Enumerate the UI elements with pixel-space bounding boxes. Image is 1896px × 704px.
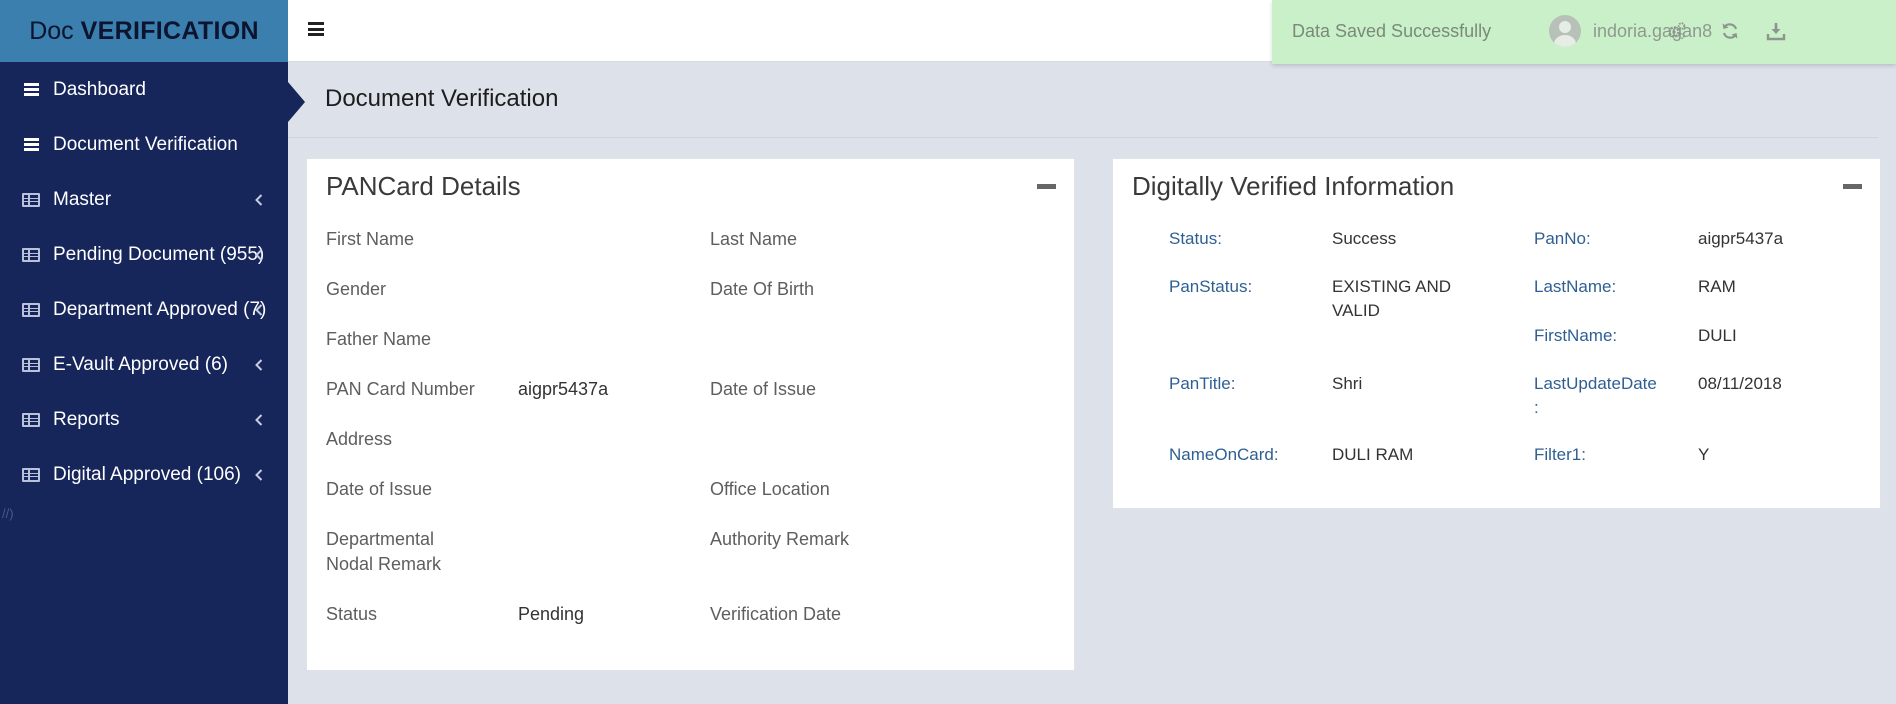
father-name-label: Father Name bbox=[326, 329, 432, 349]
last-name-label: Last Name bbox=[710, 229, 798, 249]
digitally-verified-panel: Digitally Verified Information Status: S… bbox=[1112, 158, 1881, 509]
refresh-icon[interactable] bbox=[1720, 21, 1740, 41]
sidebar-item-evault-approved[interactable]: E-Vault Approved (6) bbox=[0, 337, 288, 392]
dv-nameoncard-label: NameOnCard: bbox=[1169, 445, 1279, 464]
chevron-left-icon bbox=[255, 303, 263, 316]
brand-logo[interactable]: Doc VERIFICATION bbox=[0, 0, 288, 62]
dv-lastupdate-label-line1: LastUpdateDate bbox=[1534, 374, 1657, 393]
sidebar-item-label: E-Vault Approved (6) bbox=[53, 353, 228, 375]
chevron-left-icon bbox=[255, 193, 263, 206]
dv-pantitle-label: PanTitle: bbox=[1169, 374, 1236, 393]
first-name-label: First Name bbox=[326, 229, 415, 249]
date-of-issue-label: Date of Issue bbox=[326, 479, 433, 499]
verification-date-label: Verification Date bbox=[710, 604, 842, 624]
sidebar-item-dashboard[interactable]: Dashboard bbox=[0, 62, 288, 117]
header-arrow bbox=[288, 82, 305, 122]
page-header: Document Verification bbox=[288, 70, 1878, 138]
sidebar-item-label: Reports bbox=[53, 408, 120, 430]
status-label: Status bbox=[326, 604, 378, 624]
dob-label: Date Of Birth bbox=[710, 279, 815, 299]
departmental-remark-label-line2: Nodal Remark bbox=[326, 554, 442, 574]
menu-toggle-icon[interactable] bbox=[308, 22, 324, 36]
departmental-remark-label-line1: Departmental bbox=[326, 529, 435, 549]
table-icon bbox=[22, 302, 40, 317]
brand-part2: VERIFICATION bbox=[80, 16, 259, 45]
dv-status-label: Status: bbox=[1169, 229, 1222, 248]
table-icon bbox=[22, 357, 40, 372]
brand-part1: Doc bbox=[29, 16, 74, 45]
sidebar-item-department-approved[interactable]: Department Approved (7) bbox=[0, 282, 288, 337]
chevron-left-icon bbox=[255, 248, 263, 261]
office-location-label: Office Location bbox=[710, 479, 830, 499]
sidebar-item-digital-approved[interactable]: Digital Approved (106) bbox=[0, 447, 288, 502]
dv-lastname-value: RAM bbox=[1698, 277, 1736, 296]
list-icon bbox=[22, 138, 40, 151]
user-name: indoria.gagan8 bbox=[1593, 20, 1713, 41]
dv-pantitle-value: Shri bbox=[1332, 374, 1363, 393]
dv-filter1-value: Y bbox=[1698, 445, 1710, 464]
stray-text: //) bbox=[2, 506, 14, 521]
sidebar: Doc VERIFICATION Dashboard Document Veri… bbox=[0, 0, 288, 704]
table-icon bbox=[22, 467, 40, 482]
date-of-issue-label: Date of Issue bbox=[710, 379, 817, 399]
collapse-icon[interactable] bbox=[1037, 184, 1056, 189]
sidebar-nav: Dashboard Document Verification Master P… bbox=[0, 62, 288, 502]
page-title: Document Verification bbox=[325, 85, 559, 112]
dv-panstatus-value-line2: VALID bbox=[1332, 301, 1380, 320]
gears-icon[interactable] bbox=[1666, 21, 1686, 41]
avatar bbox=[1549, 15, 1581, 47]
sidebar-item-label: Pending Document (955) bbox=[53, 243, 265, 265]
dv-panno-value: aigpr5437a bbox=[1698, 229, 1784, 248]
top-header: Data Saved Successfully indoria.gagan8 bbox=[288, 0, 1896, 64]
dv-lastupdate-label-line2: : bbox=[1534, 398, 1539, 417]
panel-title: Digitally Verified Information bbox=[1132, 171, 1455, 201]
chevron-left-icon bbox=[255, 468, 263, 481]
dv-firstname-label: FirstName: bbox=[1534, 326, 1618, 345]
dv-panno-label: PanNo: bbox=[1534, 229, 1591, 248]
dv-status-value: Success bbox=[1332, 229, 1397, 248]
dv-nameoncard-value: DULI RAM bbox=[1332, 445, 1414, 464]
sidebar-item-label: Department Approved (7) bbox=[53, 298, 267, 320]
collapse-icon[interactable] bbox=[1843, 184, 1862, 189]
pan-number-value: aigpr5437a bbox=[518, 379, 609, 399]
table-icon bbox=[22, 412, 40, 427]
sidebar-item-label: Dashboard bbox=[53, 78, 146, 100]
address-label: Address bbox=[326, 429, 393, 449]
table-icon bbox=[22, 192, 40, 207]
status-value: Pending bbox=[518, 604, 585, 624]
sidebar-item-label: Digital Approved (106) bbox=[53, 463, 241, 485]
gender-label: Gender bbox=[326, 279, 387, 299]
toast-message: Data Saved Successfully bbox=[1292, 21, 1492, 41]
list-icon bbox=[22, 83, 40, 96]
dv-filter1-label: Filter1: bbox=[1534, 445, 1586, 464]
user-menu[interactable]: indoria.gagan8 bbox=[1549, 15, 1712, 47]
table-icon bbox=[22, 247, 40, 262]
chevron-left-icon bbox=[255, 358, 263, 371]
pan-number-label: PAN Card Number bbox=[326, 379, 475, 399]
dv-firstname-value: DULI bbox=[1698, 326, 1737, 345]
authority-remark-label: Authority Remark bbox=[710, 529, 850, 549]
chevron-left-icon bbox=[255, 413, 263, 426]
sidebar-item-reports[interactable]: Reports bbox=[0, 392, 288, 447]
dv-panstatus-label: PanStatus: bbox=[1169, 277, 1253, 296]
sidebar-item-document-verification[interactable]: Document Verification bbox=[0, 117, 288, 172]
pancard-details-panel: PANCard Details First Name Last Name Gen… bbox=[306, 158, 1075, 671]
success-toast: Data Saved Successfully indoria.gagan8 bbox=[1272, 0, 1896, 64]
sidebar-item-label: Document Verification bbox=[53, 133, 238, 155]
dv-lastupdate-value: 08/11/2018 bbox=[1698, 374, 1782, 393]
dv-panstatus-value-line1: EXISTING AND bbox=[1332, 277, 1452, 296]
sidebar-item-label: Master bbox=[53, 188, 112, 210]
download-icon[interactable] bbox=[1766, 21, 1786, 41]
sidebar-item-pending-document[interactable]: Pending Document (955) bbox=[0, 227, 288, 282]
sidebar-item-master[interactable]: Master bbox=[0, 172, 288, 227]
panel-title: PANCard Details bbox=[326, 171, 521, 201]
dv-lastname-label: LastName: bbox=[1534, 277, 1617, 296]
